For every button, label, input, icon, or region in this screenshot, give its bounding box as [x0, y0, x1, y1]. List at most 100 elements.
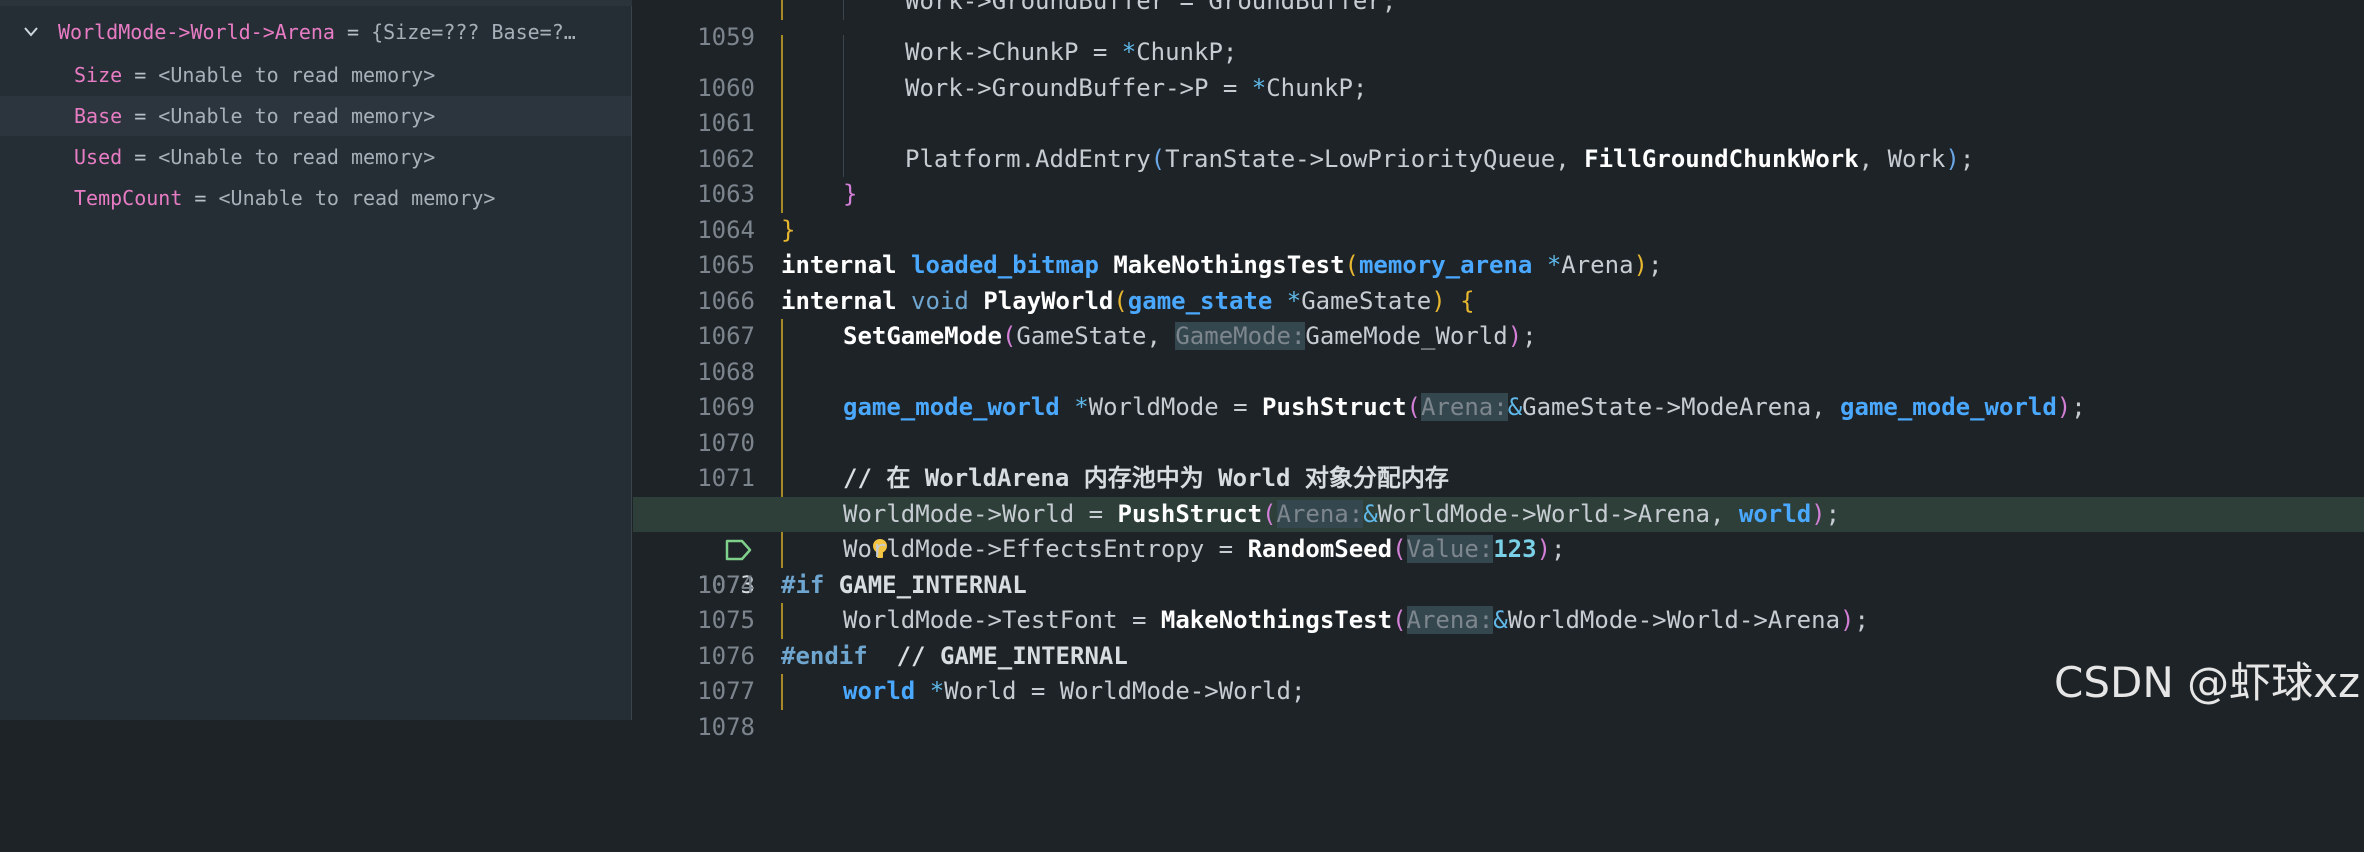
code-line-1071[interactable]: 1071	[633, 425, 2364, 492]
paren: (	[1150, 144, 1166, 173]
code-text: Arena	[1561, 251, 1634, 279]
code-text: Platform.AddEntry	[905, 144, 1151, 173]
code-editor[interactable]: 1059 Work->GroundBuffer = GroundBuffer; …	[633, 0, 2364, 741]
paren: (	[1392, 606, 1407, 634]
paren: )	[1507, 322, 1523, 350]
code-text: Work->GroundBuffer = GroundBuffer;	[905, 0, 1397, 15]
code-line-1070[interactable]: 1070 game_mode_world *WorldMode = PushSt…	[633, 390, 2364, 457]
preprocessor: #endif	[781, 641, 868, 670]
code-line-1075[interactable]: 1075 #if GAME_INTERNAL	[633, 568, 2364, 635]
type-name: game_mode_world	[843, 393, 1060, 421]
line-number: 1078	[697, 712, 755, 741]
watch-toolbar	[0, 0, 632, 6]
code-text: WorldMode->World->Arena	[1507, 606, 1841, 634]
code-text: ;	[1647, 251, 1663, 279]
code-comment: // 在 WorldArena 内存池中为 World 对象分配内存	[843, 464, 1449, 492]
function-name: PlayWorld	[983, 286, 1114, 315]
watch-row-arena[interactable]: WorldMode->World->Arena = {Size=??? Base…	[0, 12, 631, 52]
watch-equals: =	[122, 104, 159, 128]
paren: )	[2056, 393, 2072, 421]
code-op: *	[1286, 286, 1302, 315]
param-hint: Arena:	[1406, 606, 1494, 634]
code-text: ,	[1710, 499, 1739, 528]
paren: )	[1431, 286, 1446, 315]
code-line-1061[interactable]: 1061 Work->GroundBuffer->P = *ChunkP;	[633, 70, 2364, 137]
code-text: WorldMode =	[1088, 393, 1263, 421]
watch-name: TempCount	[74, 186, 183, 210]
code-line-1066[interactable]: 1066 internal loaded_bitmap MakeNothings…	[633, 248, 2364, 315]
function-name: PushStruct	[1262, 393, 1407, 421]
function-name: RandomSeed	[1247, 535, 1393, 563]
code-text: Work->ChunkP =	[905, 38, 1122, 66]
watch-name: Used	[74, 145, 123, 169]
paren: )	[1945, 144, 1960, 173]
type-name: loaded_bitmap	[911, 251, 1099, 279]
code-line-1074[interactable]: 1074 WorldMode->EffectsEntropy = RandomS…	[633, 532, 2364, 599]
type-name: world	[1738, 499, 1812, 528]
paren: )	[1840, 606, 1855, 634]
code-line-1059[interactable]: 1059 Work->GroundBuffer = GroundBuffer;	[633, 0, 2364, 51]
brace: {	[1460, 286, 1475, 315]
code-text: ChunkP;	[1266, 73, 1368, 102]
watch-row-base[interactable]: Base = <Unable to read memory>	[0, 96, 631, 136]
code-line-1067[interactable]: 1067 internal void PlayWorld(game_state …	[633, 284, 2364, 351]
code-text: GameState	[1301, 286, 1432, 315]
code-text: TranState->LowPriorityQueue,	[1165, 144, 1585, 173]
type-name: memory_arena	[1358, 251, 1533, 279]
watch-panel: WorldMode->World->Arena = {Size=??? Base…	[0, 0, 632, 720]
code-op: *	[1251, 73, 1267, 102]
type-name: game_state	[1127, 286, 1273, 315]
watch-row-size[interactable]: Size = <Unable to read memory>	[0, 55, 631, 95]
watch-row-tempcount[interactable]: TempCount = <Unable to read memory>	[0, 178, 631, 218]
param-hint: Arena:	[1276, 499, 1364, 528]
code-text: GameState,	[1016, 322, 1176, 350]
watermark: CSDN @虾球xz	[2054, 658, 2360, 707]
watch-row-used[interactable]: Used = <Unable to read memory>	[0, 137, 631, 177]
watch-name: WorldMode->World->Arena	[58, 20, 335, 44]
code-op: &	[1507, 393, 1523, 421]
code-op: *	[929, 677, 945, 705]
param-hint: GameMode:	[1175, 322, 1306, 350]
code-op: &	[1493, 606, 1508, 634]
code-text: , Work	[1858, 144, 1946, 173]
param-hint: Arena:	[1421, 393, 1508, 421]
function-name: SetGameMode	[843, 322, 1002, 350]
paren: (	[1262, 499, 1277, 528]
watch-value: {Size=??? Base=?…	[371, 20, 576, 44]
watch-value: <Unable to read memory>	[158, 104, 436, 128]
chevron-down-icon[interactable]	[22, 12, 52, 52]
code-line-1076[interactable]: 1076 WorldMode->TestFont = MakeNothingsT…	[633, 603, 2364, 670]
code-text: GAME_INTERNAL	[824, 570, 1027, 599]
code-line-1073-current[interactable]: 1073 WorldMode->World = PushStruct(Arena…	[633, 496, 2364, 599]
code-text: ;	[2071, 393, 2086, 421]
code-line-1072[interactable]: 1072 // 在 WorldArena 内存池中为 World 对象分配内存	[633, 461, 2364, 528]
brace: }	[843, 180, 858, 208]
code-line-1065[interactable]: 1065 }	[633, 213, 2364, 280]
code-line-1068[interactable]: 1068 SetGameMode(GameState, GameMode:Gam…	[633, 319, 2364, 386]
paren: )	[1633, 251, 1648, 279]
current-statement-arrow-icon	[633, 497, 751, 561]
watch-equals: =	[122, 145, 159, 169]
code-line-1069[interactable]: 1069	[633, 354, 2364, 421]
code-line-1064[interactable]: 1064 }	[633, 177, 2364, 244]
code-text: ChunkP;	[1136, 38, 1238, 66]
brace: }	[781, 215, 796, 244]
code-line-1060[interactable]: 1060 Work->ChunkP = *ChunkP;	[633, 35, 2364, 102]
code-text: World = WorldMode->World;	[944, 677, 1306, 705]
code-op: *	[1546, 251, 1562, 279]
code-op: *	[1121, 38, 1137, 66]
lightbulb-icon[interactable]	[781, 497, 887, 558]
code-comment: // GAME_INTERNAL	[867, 641, 1128, 670]
code-line-1062[interactable]: 1062	[633, 106, 2364, 173]
code-line-1063[interactable]: 1063 Platform.AddEntry(TranState->LowPri…	[633, 141, 2364, 208]
watch-value: <Unable to read memory>	[158, 145, 436, 169]
code-text: ;	[1854, 606, 1869, 634]
paren: )	[1811, 499, 1826, 528]
number-literal: 123	[1493, 535, 1537, 563]
watch-equals: =	[122, 63, 159, 87]
keyword-void: void	[911, 286, 969, 315]
paren: (	[1392, 535, 1407, 563]
function-name: MakeNothingsTest	[1113, 251, 1345, 279]
paren: (	[1406, 393, 1421, 421]
code-text: WorldMode->EffectsEntropy =	[843, 535, 1248, 563]
